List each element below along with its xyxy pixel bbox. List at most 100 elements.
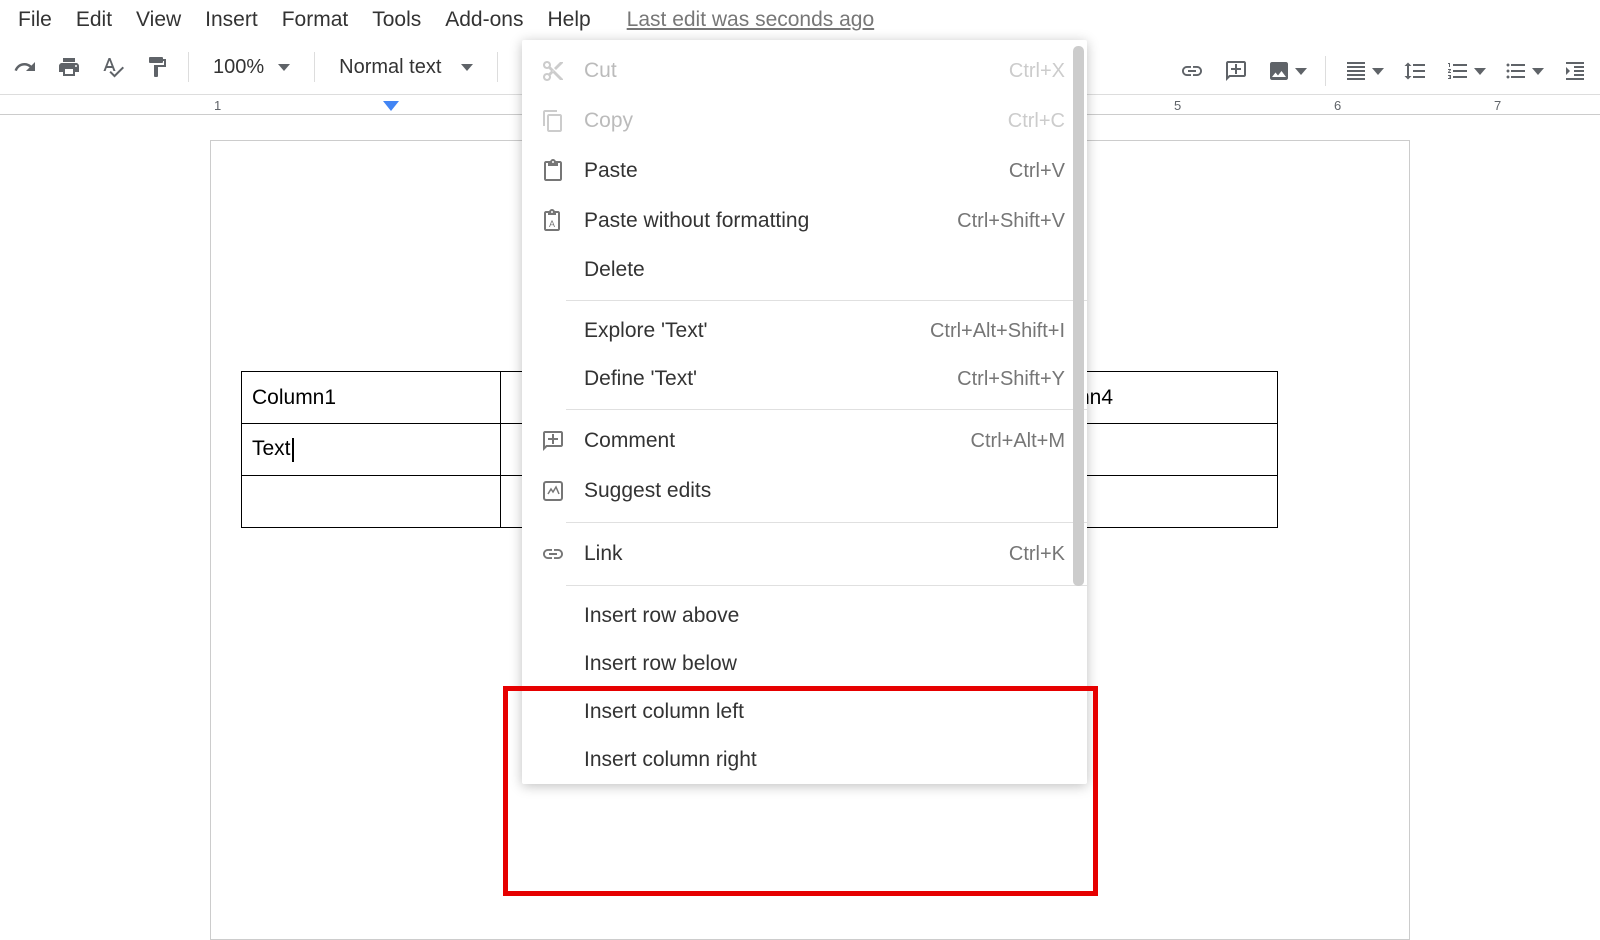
paste-icon xyxy=(540,158,566,184)
redo-button[interactable] xyxy=(6,48,44,86)
toolbar-right xyxy=(1167,44,1600,98)
add-comment-button[interactable] xyxy=(1217,52,1255,90)
menu-item-shortcut: Ctrl+Alt+M xyxy=(971,430,1065,453)
context-menu-item-suggest-edits[interactable]: Suggest edits xyxy=(522,466,1087,516)
menu-file[interactable]: File xyxy=(18,8,52,32)
table-cell[interactable]: Column1 xyxy=(242,372,501,424)
menu-item-shortcut: Ctrl+Shift+V xyxy=(957,210,1065,233)
context-menu: CutCtrl+X CopyCtrl+C PasteCtrl+V A Paste wit… xyxy=(522,40,1087,784)
menu-item-label: Insert row above xyxy=(584,604,1065,628)
bulleted-list-button[interactable] xyxy=(1498,52,1550,90)
zoom-select[interactable]: 100% xyxy=(201,56,302,79)
align-button[interactable] xyxy=(1338,52,1390,90)
ruler-mark: 7 xyxy=(1494,98,1501,113)
context-menu-item-define-text[interactable]: Define 'Text'Ctrl+Shift+Y xyxy=(522,355,1087,403)
menu-item-label: Define 'Text' xyxy=(584,367,957,391)
context-menu-item-insert-column-right[interactable]: Insert column right xyxy=(522,736,1087,784)
menu-edit[interactable]: Edit xyxy=(76,8,112,32)
zoom-value: 100% xyxy=(213,56,264,79)
line-spacing-icon xyxy=(1403,59,1427,83)
menu-item-shortcut: Ctrl+X xyxy=(1009,60,1065,83)
paint-format-icon xyxy=(145,55,169,79)
print-button[interactable] xyxy=(50,48,88,86)
redo-icon xyxy=(13,55,37,79)
menu-item-label: Explore 'Text' xyxy=(584,319,930,343)
menu-tools[interactable]: Tools xyxy=(372,8,421,32)
image-icon xyxy=(1267,59,1291,83)
menu-item-label: Insert column left xyxy=(584,700,1065,724)
menubar: File Edit View Insert Format Tools Add-o… xyxy=(0,0,1600,40)
menu-item-label: Link xyxy=(584,542,1009,566)
suggest-icon xyxy=(540,478,566,504)
paint-format-button[interactable] xyxy=(138,48,176,86)
paste-plain-icon: A xyxy=(540,208,566,234)
context-menu-item-comment[interactable]: CommentCtrl+Alt+M xyxy=(522,416,1087,466)
menu-item-label: Suggest edits xyxy=(584,479,1065,503)
context-menu-item-paste[interactable]: PasteCtrl+V xyxy=(522,146,1087,196)
context-menu-item-paste-without-formatting[interactable]: A Paste without formattingCtrl+Shift+V xyxy=(522,196,1087,246)
menu-item-label: Insert row below xyxy=(584,652,1065,676)
scrollbar[interactable] xyxy=(1073,46,1084,586)
menu-item-label: Paste xyxy=(584,159,1009,183)
insert-image-button[interactable] xyxy=(1261,52,1313,90)
indent-button[interactable] xyxy=(1556,52,1594,90)
paragraph-style-select[interactable]: Normal text xyxy=(327,56,485,79)
bulleted-list-icon xyxy=(1504,59,1528,83)
context-menu-item-insert-column-left[interactable]: Insert column left xyxy=(522,688,1087,736)
menu-item-label: Insert column right xyxy=(584,748,1065,772)
style-value: Normal text xyxy=(339,56,441,79)
menu-addons[interactable]: Add-ons xyxy=(445,8,523,32)
toolbar-separator xyxy=(497,52,498,82)
menu-item-shortcut: Ctrl+V xyxy=(1009,160,1065,183)
context-menu-item-insert-row-above[interactable]: Insert row above xyxy=(522,592,1087,640)
menu-divider xyxy=(566,585,1087,586)
toolbar-separator xyxy=(1325,56,1326,86)
menu-format[interactable]: Format xyxy=(282,8,349,32)
context-menu-item-link[interactable]: LinkCtrl+K xyxy=(522,529,1087,579)
chevron-down-icon xyxy=(278,64,290,71)
ruler-mark: 1 xyxy=(214,98,221,113)
menu-item-shortcut: Ctrl+C xyxy=(1008,110,1065,133)
menu-item-label: Delete xyxy=(584,258,1065,282)
menu-item-label: Copy xyxy=(584,109,1008,133)
numbered-list-icon xyxy=(1446,59,1470,83)
toolbar-separator xyxy=(314,52,315,82)
menu-item-shortcut: Ctrl+Alt+Shift+I xyxy=(930,320,1065,343)
context-menu-item-explore-text[interactable]: Explore 'Text'Ctrl+Alt+Shift+I xyxy=(522,307,1087,355)
cut-icon xyxy=(540,58,566,84)
last-edit-status[interactable]: Last edit was seconds ago xyxy=(627,8,875,32)
menu-divider xyxy=(566,300,1087,301)
menu-item-label: Paste without formatting xyxy=(584,209,957,233)
indent-marker[interactable] xyxy=(383,101,399,111)
link-icon xyxy=(1180,59,1204,83)
menu-help[interactable]: Help xyxy=(547,8,590,32)
ruler-mark: 5 xyxy=(1174,98,1181,113)
line-spacing-button[interactable] xyxy=(1396,52,1434,90)
chevron-down-icon xyxy=(1532,68,1544,75)
comment-icon xyxy=(540,428,566,454)
numbered-list-button[interactable] xyxy=(1440,52,1492,90)
menu-insert[interactable]: Insert xyxy=(205,8,258,32)
chevron-down-icon xyxy=(461,64,473,71)
chevron-down-icon xyxy=(1474,68,1486,75)
spellcheck-button[interactable] xyxy=(94,48,132,86)
context-menu-item-delete[interactable]: Delete xyxy=(522,246,1087,294)
indent-icon xyxy=(1563,59,1587,83)
table-cell-active[interactable]: Text xyxy=(242,424,501,476)
link-icon xyxy=(540,541,566,567)
align-icon xyxy=(1344,59,1368,83)
spellcheck-icon xyxy=(101,55,125,79)
table-cell[interactable] xyxy=(242,476,501,528)
menu-item-shortcut: Ctrl+Shift+Y xyxy=(957,368,1065,391)
toolbar-separator xyxy=(188,52,189,82)
context-menu-item-insert-row-below[interactable]: Insert row below xyxy=(522,640,1087,688)
insert-link-button[interactable] xyxy=(1173,52,1211,90)
menu-item-label: Comment xyxy=(584,429,971,453)
menu-divider xyxy=(566,409,1087,410)
ruler-mark: 6 xyxy=(1334,98,1341,113)
menu-view[interactable]: View xyxy=(136,8,181,32)
menu-item-label: Cut xyxy=(584,59,1009,83)
comment-icon xyxy=(1224,59,1248,83)
menu-item-shortcut: Ctrl+K xyxy=(1009,543,1065,566)
chevron-down-icon xyxy=(1372,68,1384,75)
